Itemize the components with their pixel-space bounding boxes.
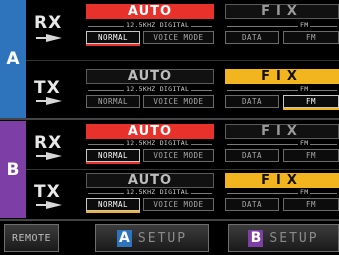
b-rx-fix-button[interactable]: FIX (225, 124, 339, 139)
b-rx-data-button[interactable]: DATA (225, 149, 279, 162)
a-rx-normal-button[interactable]: NORMAL (86, 31, 140, 44)
b-rx-normal-button[interactable]: NORMAL (86, 149, 140, 162)
a-setup-label: SETUP (137, 230, 188, 246)
b-rx-fm-button[interactable]: FM (283, 149, 339, 162)
a-tx-voice-mode-button[interactable]: VOICE MODE (143, 95, 214, 108)
band-a-badge: A (116, 229, 132, 247)
band-a-label: A (0, 0, 26, 118)
band-b-label: B (0, 121, 26, 218)
fm-bracket (227, 26, 337, 27)
tx-arrow-line (36, 100, 46, 102)
b-tx-normal-indicator (86, 211, 140, 213)
band-a-tx-row: TX AUTO FIX 12.5KHZ DIGITAL FM NORMAL VO… (26, 61, 339, 118)
b-rx-normal-indicator (86, 162, 140, 164)
b-setup-label: SETUP (269, 230, 319, 246)
band-b-section: B RX AUTO FIX 12.5KHZ DIGITAL FM NORMAL … (0, 121, 339, 218)
b-tx-auto-button[interactable]: AUTO (86, 173, 214, 188)
fm-group-label: FM (298, 85, 311, 93)
a-rx-fix-button[interactable]: FIX (225, 4, 339, 19)
a-rx-fm-button[interactable]: FM (283, 31, 339, 44)
a-rx-normal-indicator (86, 44, 140, 46)
band-a-rx-row: RX AUTO FIX 12.5KHZ DIGITAL FM NORMAL VO… (26, 0, 339, 58)
b-tx-voice-mode-button[interactable]: VOICE MODE (143, 198, 214, 211)
rx-label: RX (34, 13, 63, 33)
bottom-toolbar: REMOTE A SETUP B SETUP (0, 221, 339, 255)
band-a-section: A RX AUTO FIX 12.5KHZ DIGITAL FM NORMAL … (0, 0, 339, 118)
b-tx-fix-button[interactable]: FIX (225, 173, 339, 188)
fm-group-label: FM (298, 21, 311, 29)
a-tx-normal-button[interactable]: NORMAL (86, 95, 140, 108)
a-tx-fix-button[interactable]: FIX (225, 69, 339, 84)
a-rx-voice-mode-button[interactable]: VOICE MODE (143, 31, 214, 44)
fm-bracket (227, 193, 337, 194)
step-label: 12.5KHZ DIGITAL (124, 139, 192, 147)
step-label: 12.5KHZ DIGITAL (124, 188, 192, 196)
a-rx-data-button[interactable]: DATA (225, 31, 279, 44)
tx-label: TX (34, 182, 61, 202)
b-rx-voice-mode-button[interactable]: VOICE MODE (143, 149, 214, 162)
a-tx-fm-button[interactable]: FM (283, 95, 339, 108)
b-setup-button[interactable]: B SETUP (228, 224, 339, 252)
a-tx-data-button[interactable]: DATA (225, 95, 279, 108)
a-tx-fm-indicator (283, 108, 339, 110)
b-tx-normal-button[interactable]: NORMAL (86, 198, 140, 211)
rx-arrow-line (36, 155, 46, 157)
a-rx-auto-button[interactable]: AUTO (86, 4, 214, 19)
tx-arrow-icon (46, 97, 62, 105)
fm-bracket (227, 90, 337, 91)
rx-arrow-icon (46, 152, 62, 160)
fm-group-label: FM (298, 139, 311, 147)
step-label: 12.5KHZ DIGITAL (124, 85, 192, 93)
fm-group-label: FM (298, 188, 311, 196)
band-b-badge: B (248, 229, 264, 247)
b-tx-fm-button[interactable]: FM (283, 198, 339, 211)
band-b-rx-row: RX AUTO FIX 12.5KHZ DIGITAL FM NORMAL VO… (26, 121, 339, 169)
rx-arrow-line (36, 37, 46, 39)
tx-arrow-line (36, 204, 46, 206)
remote-button[interactable]: REMOTE (4, 224, 59, 252)
band-b-tx-row: TX AUTO FIX 12.5KHZ DIGITAL FM NORMAL VO… (26, 170, 339, 218)
rx-label: RX (34, 133, 63, 153)
step-label: 12.5KHZ DIGITAL (124, 21, 192, 29)
section-divider (0, 118, 339, 120)
b-tx-data-button[interactable]: DATA (225, 198, 279, 211)
tx-label: TX (34, 78, 61, 98)
b-rx-auto-button[interactable]: AUTO (86, 124, 214, 139)
tx-arrow-icon (46, 201, 62, 209)
a-tx-auto-button[interactable]: AUTO (86, 69, 214, 84)
a-setup-button[interactable]: A SETUP (95, 224, 209, 252)
rx-arrow-icon (46, 34, 62, 42)
fm-bracket (227, 144, 337, 145)
